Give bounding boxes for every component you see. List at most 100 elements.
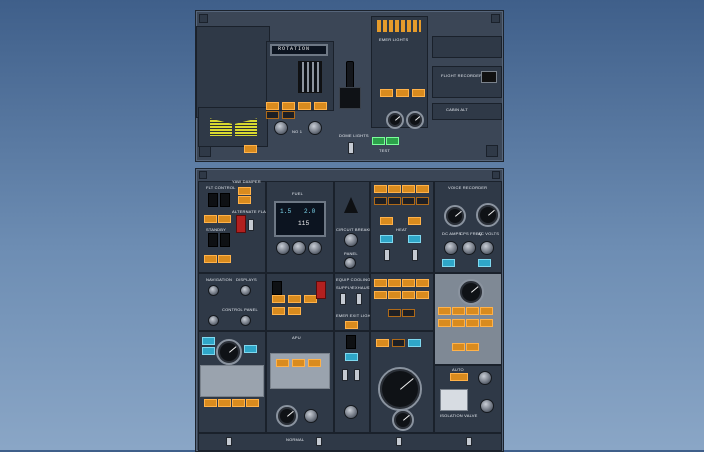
- flt-control-b-switch[interactable]: [220, 193, 230, 207]
- apu-start-knob[interactable]: [304, 409, 318, 423]
- emer-exit-lights-annunciator[interactable]: [345, 321, 358, 329]
- upper-rotary-knob-left[interactable]: [274, 121, 288, 135]
- lower-left-blue-light-1[interactable]: [202, 337, 215, 345]
- lights-knob[interactable]: [478, 371, 492, 385]
- standby-annunciator-1[interactable]: [204, 255, 217, 263]
- standby-hyd-switch-a[interactable]: [208, 233, 218, 247]
- heat-annunciator-3[interactable]: [402, 185, 415, 193]
- dc-meter-knob[interactable]: [444, 241, 458, 255]
- heat-annunciator-5[interactable]: [374, 197, 387, 205]
- heat-annunciator-7[interactable]: [402, 197, 415, 205]
- pressurization-annunciator-2[interactable]: [392, 339, 405, 347]
- flt-control-annunciator-2[interactable]: [218, 215, 231, 223]
- lower-left-blue-light-3[interactable]: [244, 345, 257, 353]
- heat-annunciator-2[interactable]: [388, 185, 401, 193]
- probe-heat-annunciator-1[interactable]: [380, 217, 393, 225]
- flt-control-annunciator-1[interactable]: [204, 215, 217, 223]
- upper-amber-switch-4[interactable]: [314, 102, 327, 110]
- alternate-flaps-switch[interactable]: [248, 219, 254, 231]
- anti-ice-annunciator-1[interactable]: [374, 279, 387, 287]
- circuit-breaker-knob[interactable]: [344, 233, 358, 247]
- electrical-annunciator-5[interactable]: [438, 319, 451, 327]
- pressurization-annunciator-3[interactable]: [408, 339, 421, 347]
- upper-annunciator-switch-b[interactable]: [396, 89, 409, 97]
- heat-annunciator-6[interactable]: [388, 197, 401, 205]
- lower-left-amber-row-3[interactable]: [232, 399, 245, 407]
- panel-lights-knob[interactable]: [344, 257, 356, 269]
- upper-annunciator-switch-c[interactable]: [412, 89, 425, 97]
- heat-toggle-2[interactable]: [412, 249, 418, 261]
- anti-ice-annunciator-3[interactable]: [402, 279, 415, 287]
- anti-ice-annunciator-5[interactable]: [374, 291, 387, 299]
- yaw-damper-annunciator[interactable]: [238, 187, 251, 195]
- control-panel-knob[interactable]: [208, 315, 219, 326]
- upper-left-amber-annunciator[interactable]: [244, 145, 257, 153]
- electrical-annunciator-9[interactable]: [452, 343, 465, 351]
- electrical-annunciator-3[interactable]: [466, 307, 479, 315]
- upper-amber-switch-2[interactable]: [282, 102, 295, 110]
- equip-cooling-supply-switch[interactable]: [340, 293, 346, 305]
- center-lower-knob[interactable]: [344, 405, 358, 419]
- fuel-selector-left[interactable]: [276, 241, 290, 255]
- apu-annunciator-2[interactable]: [292, 359, 305, 367]
- heat-toggle-1[interactable]: [384, 249, 390, 261]
- voice-recorder-blue-light-2[interactable]: [478, 259, 491, 267]
- fuel-pump-annunciator-4[interactable]: [272, 307, 285, 315]
- anti-ice-annunciator-8[interactable]: [416, 291, 429, 299]
- upper-amber-switch-5[interactable]: [266, 111, 279, 119]
- fuel-pump-annunciator-5[interactable]: [288, 307, 301, 315]
- voice-recorder-blue-light-1[interactable]: [442, 259, 455, 267]
- flt-control-a-switch[interactable]: [208, 193, 218, 207]
- anti-ice-annunciator-6[interactable]: [388, 291, 401, 299]
- standby-annunciator-2[interactable]: [218, 255, 231, 263]
- fuel-pump-annunciator-2[interactable]: [288, 295, 301, 303]
- upper-amber-switch-1[interactable]: [266, 102, 279, 110]
- electrical-annunciator-1[interactable]: [438, 307, 451, 315]
- center-lower-toggle-2[interactable]: [354, 369, 360, 381]
- heat-blue-light-1[interactable]: [380, 235, 393, 243]
- anti-ice-annunciator-4[interactable]: [416, 279, 429, 287]
- heat-annunciator-8[interactable]: [416, 197, 429, 205]
- lower-left-amber-row-2[interactable]: [218, 399, 231, 407]
- upper-amber-switch-6[interactable]: [282, 111, 295, 119]
- anti-ice-annunciator-9[interactable]: [388, 309, 401, 317]
- yaw-damper-annunciator-2[interactable]: [238, 196, 251, 204]
- upper-amber-switch-3[interactable]: [298, 102, 311, 110]
- lower-left-amber-row-4[interactable]: [246, 399, 259, 407]
- anti-ice-annunciator-7[interactable]: [402, 291, 415, 299]
- upper-green-switch-1[interactable]: [372, 137, 385, 145]
- fuel-pump-annunciator-1[interactable]: [272, 295, 285, 303]
- lights-annunciator-1[interactable]: [450, 373, 468, 381]
- lower-left-amber-row-1[interactable]: [204, 399, 217, 407]
- keypad[interactable]: [298, 61, 322, 93]
- cps-meter-knob[interactable]: [462, 241, 476, 255]
- center-lower-blue-light[interactable]: [345, 353, 358, 361]
- electrical-annunciator-6[interactable]: [452, 319, 465, 327]
- navigation-selector-knob[interactable]: [208, 285, 219, 296]
- center-lower-switch-1[interactable]: [346, 335, 356, 349]
- displays-selector-knob[interactable]: [240, 285, 251, 296]
- anti-ice-annunciator-2[interactable]: [388, 279, 401, 287]
- bottom-toggle-4[interactable]: [466, 437, 472, 446]
- apu-annunciator-3[interactable]: [308, 359, 321, 367]
- upper-rotary-knob-right[interactable]: [308, 121, 322, 135]
- anti-ice-annunciator-10[interactable]: [402, 309, 415, 317]
- heat-annunciator-4[interactable]: [416, 185, 429, 193]
- equip-cooling-exhaust-switch[interactable]: [356, 293, 362, 305]
- control-panel-knob-2[interactable]: [240, 315, 251, 326]
- alternate-flaps-red-guard[interactable]: [236, 215, 246, 233]
- electrical-annunciator-2[interactable]: [452, 307, 465, 315]
- isolation-valve-knob[interactable]: [480, 399, 494, 413]
- bottom-toggle-1[interactable]: [226, 437, 232, 446]
- electrical-annunciator-10[interactable]: [466, 343, 479, 351]
- heat-annunciator-1[interactable]: [374, 185, 387, 193]
- standby-hyd-switch-b[interactable]: [220, 233, 230, 247]
- fuel-selector-right[interactable]: [308, 241, 322, 255]
- bottom-toggle-3[interactable]: [396, 437, 402, 446]
- electrical-annunciator-4[interactable]: [480, 307, 493, 315]
- center-lower-toggle-1[interactable]: [342, 369, 348, 381]
- bottom-toggle-2[interactable]: [316, 437, 322, 446]
- dome-lights-switch[interactable]: [348, 142, 354, 154]
- fuel-crossfeed-guard[interactable]: [316, 281, 326, 299]
- fuel-pump-switch-1[interactable]: [272, 281, 282, 295]
